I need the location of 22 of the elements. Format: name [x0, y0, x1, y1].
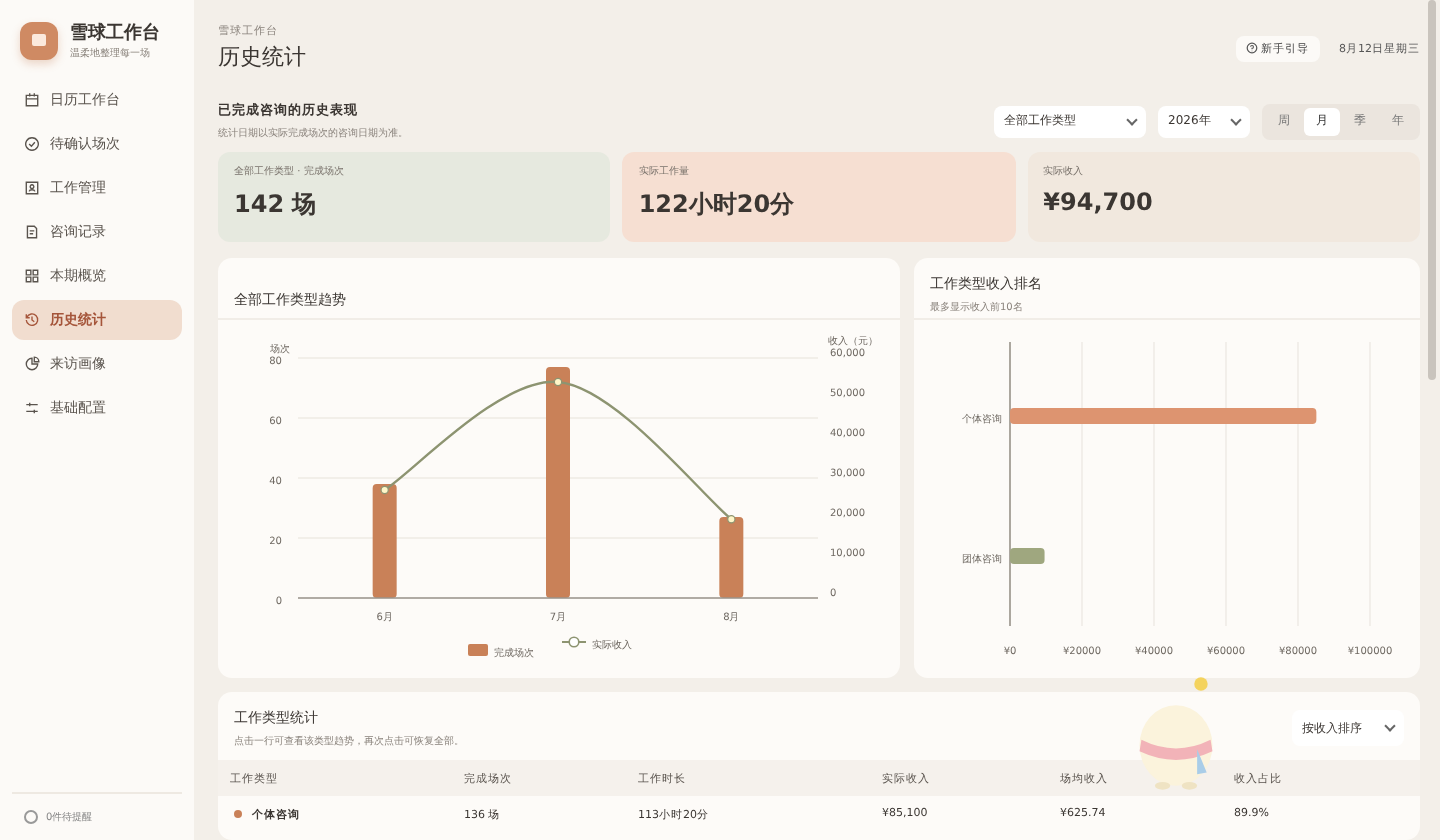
sliders-icon	[24, 400, 40, 416]
app-name: 雪球工作台	[70, 20, 160, 46]
stat-value: 122小时20分	[638, 188, 797, 222]
stat-value: ¥94,700	[1043, 188, 1155, 216]
line-point	[380, 485, 389, 495]
note-icon	[24, 224, 40, 240]
line-point	[727, 515, 736, 524]
pie-chart-icon	[24, 356, 40, 372]
scrollbar[interactable]	[1428, 0, 1436, 380]
legend-line-icon	[561, 636, 587, 648]
page-title: 历史统计	[218, 42, 306, 72]
grid-icon	[24, 268, 40, 284]
chevron-down-icon	[1384, 720, 1396, 732]
calendar-icon	[24, 92, 40, 108]
id-card-icon	[24, 180, 40, 196]
status-circle-icon	[24, 810, 38, 824]
line-point	[553, 377, 563, 387]
app-logo-icon	[20, 21, 58, 59]
help-icon	[1245, 42, 1257, 54]
stat-value: 142 场	[234, 188, 319, 222]
legend-swatch	[468, 644, 488, 656]
history-icon	[24, 312, 40, 328]
